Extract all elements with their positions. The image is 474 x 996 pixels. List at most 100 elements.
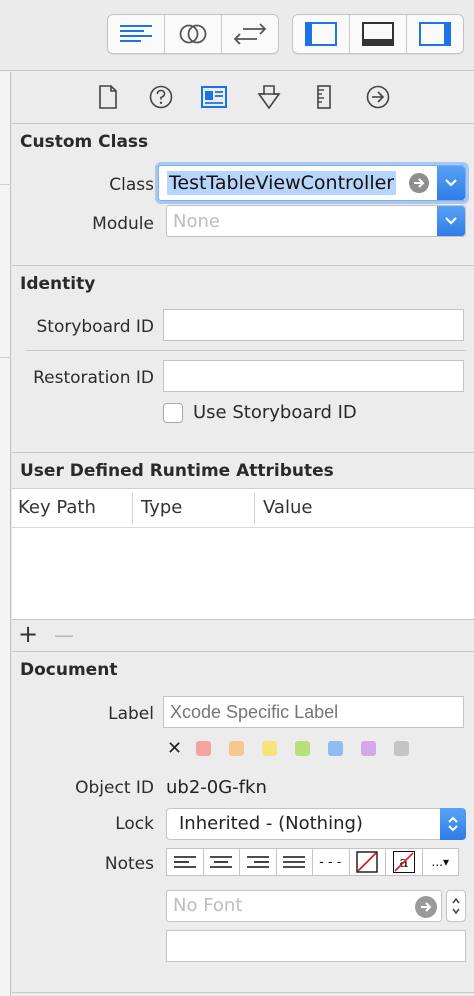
- label-color-gray[interactable]: [394, 741, 409, 756]
- toggle-utilities-button[interactable]: [407, 15, 463, 53]
- tab-file-inspector[interactable]: [95, 84, 121, 110]
- connections-inspector-icon: [366, 85, 390, 109]
- restoration-id-field[interactable]: [163, 360, 464, 392]
- arrow-right-icon: [414, 178, 425, 188]
- class-combo-box[interactable]: TestTableViewController: [158, 165, 466, 201]
- tab-attributes-inspector[interactable]: [256, 84, 282, 110]
- version-editor-button[interactable]: [222, 15, 278, 53]
- remove-attribute-button[interactable]: —: [54, 623, 74, 647]
- quick-help-icon: [149, 85, 173, 109]
- label-color-green[interactable]: [295, 741, 310, 756]
- lock-popup-arrows: [440, 808, 466, 840]
- window-toolbar: [0, 0, 474, 71]
- align-right-button[interactable]: [239, 848, 277, 876]
- debug-area-icon: [362, 22, 394, 46]
- column-type[interactable]: Type: [141, 497, 182, 518]
- editor-mode-control: [107, 14, 279, 54]
- inspector-tab-bar: [12, 72, 474, 124]
- editor-area-edge: [0, 72, 11, 996]
- document-label-field[interactable]: [163, 696, 464, 728]
- module-dropdown-button[interactable]: [437, 206, 465, 236]
- notes-formatting-toolbar: --- a ...▾: [166, 848, 466, 876]
- column-key-path[interactable]: Key Path: [18, 497, 96, 518]
- label-color-blue[interactable]: [328, 741, 343, 756]
- identity-inspector-icon: [201, 86, 227, 108]
- utilities-panel-icon: [419, 22, 451, 46]
- line-spacing-icon: ---: [317, 854, 344, 870]
- chevron-down-icon: [445, 217, 457, 225]
- lock-popup-button[interactable]: Inherited - (Nothing): [166, 808, 466, 840]
- chevron-down-icon: [445, 179, 457, 187]
- arrow-right-icon: [421, 902, 432, 912]
- class-label: Class: [109, 175, 154, 195]
- document-label-label: Label: [108, 704, 154, 724]
- attributes-inspector-icon: [257, 85, 281, 109]
- standard-editor-icon: [120, 25, 152, 42]
- section-divider: [12, 992, 474, 993]
- runtime-attributes-table[interactable]: [12, 528, 474, 620]
- column-separator: [132, 493, 133, 525]
- module-label: Module: [92, 214, 154, 234]
- align-center-button[interactable]: [202, 848, 240, 876]
- no-color-icon: [356, 851, 378, 873]
- align-center-icon: [210, 856, 233, 868]
- tab-quick-help[interactable]: [148, 84, 174, 110]
- lock-label: Lock: [115, 814, 154, 834]
- text-color-button[interactable]: a: [385, 848, 423, 876]
- module-combo-box[interactable]: None: [166, 205, 466, 237]
- line-spacing-button[interactable]: ---: [312, 848, 350, 876]
- label-color-yellow[interactable]: [262, 741, 277, 756]
- tab-identity-inspector[interactable]: [201, 84, 227, 110]
- class-value[interactable]: TestTableViewController: [167, 171, 397, 195]
- version-editor-icon: [233, 23, 267, 45]
- standard-editor-button[interactable]: [108, 15, 165, 53]
- view-toggle-control: [292, 14, 464, 54]
- up-down-chevrons-icon: [452, 897, 460, 915]
- no-color-button[interactable]: [348, 848, 386, 876]
- column-separator: [254, 493, 255, 525]
- document-title: Document: [20, 660, 118, 680]
- runtime-attributes-title: User Defined Runtime Attributes: [20, 461, 334, 481]
- assistant-editor-icon: [179, 24, 207, 44]
- up-down-chevrons-icon: [448, 816, 458, 832]
- storyboard-id-label: Storyboard ID: [36, 317, 154, 337]
- section-divider: [12, 265, 474, 266]
- toggle-debug-area-button[interactable]: [350, 15, 407, 53]
- font-placeholder: No Font: [173, 895, 243, 916]
- runtime-attributes-table-header: Key Path Type Value: [12, 488, 474, 528]
- label-color-purple[interactable]: [361, 741, 376, 756]
- font-size-stepper[interactable]: [446, 890, 466, 922]
- section-divider: [12, 452, 474, 453]
- label-color-orange[interactable]: [229, 741, 244, 756]
- text-color-icon: a: [392, 851, 415, 873]
- tab-connections-inspector[interactable]: [365, 84, 391, 110]
- field-separator: [26, 350, 466, 351]
- use-storyboard-id-checkbox[interactable]: [163, 403, 183, 423]
- more-options-button[interactable]: ...▾: [421, 848, 459, 876]
- align-justify-icon: [283, 856, 306, 868]
- use-storyboard-id-label: Use Storyboard ID: [193, 402, 357, 423]
- tab-size-inspector[interactable]: [311, 84, 337, 110]
- more-options-icon: ...▾: [431, 855, 449, 869]
- object-id-label: Object ID: [75, 778, 154, 798]
- identity-inspector-panel: Custom Class Class TestTableViewControll…: [12, 72, 474, 996]
- clear-label-color-button[interactable]: ✕: [167, 738, 182, 759]
- notes-text-area[interactable]: [166, 930, 466, 962]
- font-field[interactable]: No Font: [166, 890, 442, 922]
- label-color-red[interactable]: [196, 741, 211, 756]
- toggle-navigator-button[interactable]: [293, 15, 350, 53]
- class-dropdown-button[interactable]: [437, 166, 465, 200]
- section-divider: [12, 651, 474, 652]
- align-left-button[interactable]: [166, 848, 204, 876]
- column-value[interactable]: Value: [263, 497, 312, 518]
- font-picker-button[interactable]: [415, 896, 437, 918]
- lock-value: Inherited - (Nothing): [179, 813, 363, 834]
- file-inspector-icon: [99, 85, 117, 109]
- add-attribute-button[interactable]: +: [18, 622, 38, 646]
- notes-label: Notes: [104, 854, 154, 874]
- align-justify-button[interactable]: [275, 848, 313, 876]
- go-to-class-button[interactable]: [409, 173, 429, 193]
- assistant-editor-button[interactable]: [165, 15, 222, 53]
- align-right-icon: [246, 856, 269, 868]
- storyboard-id-field[interactable]: [163, 309, 464, 341]
